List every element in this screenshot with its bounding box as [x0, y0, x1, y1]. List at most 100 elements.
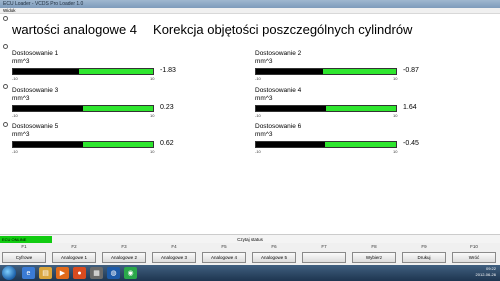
- system-tray-clock[interactable]: 09:22 2012-06-26: [476, 266, 496, 278]
- gauge-min: -10: [255, 149, 261, 154]
- fkey-number: F10: [470, 244, 478, 249]
- fkey-number: F9: [421, 244, 427, 249]
- gauge-label: Dostosowanie 3: [12, 87, 59, 94]
- gauge-dostosowanie-3: Dostosowanie 3 mm^3 -10 10 0.23: [12, 87, 252, 127]
- wybierz-button[interactable]: Wybierz: [352, 252, 396, 263]
- gauge-max: 10: [393, 76, 398, 81]
- gauge-value: 0.62: [160, 140, 174, 147]
- clock-date: 2012-06-26: [475, 272, 496, 277]
- analogowe-5-button[interactable]: Analogowe 5: [252, 252, 296, 263]
- fkey-f9: F9 Drukuj: [400, 243, 448, 265]
- fkey-f4: F4 Analogowe 3: [150, 243, 198, 265]
- gauge-bar: [255, 105, 397, 112]
- main-panel: wartości analogowe 4 Korekcja objętości p…: [0, 14, 500, 234]
- ie-icon[interactable]: e: [22, 267, 35, 279]
- gauge-bar: [12, 141, 154, 148]
- wroc-button[interactable]: Wróć: [452, 252, 496, 263]
- gauge-label: Dostosowanie 5: [12, 123, 59, 130]
- gauge-unit: mm^3: [255, 58, 273, 65]
- gauge-max: 10: [150, 113, 155, 118]
- page-title-text: wartości analogowe 4: [12, 22, 138, 37]
- connection-status-badge: ECU ONLINE: [0, 236, 52, 243]
- analogowe-3-button[interactable]: Analogowe 3: [152, 252, 196, 263]
- fkey-number: F6: [271, 244, 277, 249]
- windows-taskbar: e ▤ ▶ ● ▦ ◍ ◉ 09:22 2012-06-26: [0, 265, 500, 281]
- gauge-value: 1.64: [403, 104, 417, 111]
- fkey-f2: F2 Analogowe 1: [50, 243, 98, 265]
- gauge-max: 10: [150, 149, 155, 154]
- gauge-fill: [256, 69, 324, 74]
- gauge-label: Dostosowanie 1: [12, 50, 59, 57]
- drukuj-button[interactable]: Drukuj: [402, 252, 446, 263]
- green-app-icon[interactable]: ◉: [124, 267, 137, 279]
- fkey-number: F5: [221, 244, 227, 249]
- gauge-bar: [255, 141, 397, 148]
- gauge-unit: mm^3: [255, 95, 273, 102]
- analogowe-1-button[interactable]: Analogowe 1: [52, 252, 96, 263]
- fkey-f10: F10 Wróć: [450, 243, 498, 265]
- gauge-min: -10: [12, 113, 18, 118]
- radio-option[interactable]: [3, 122, 8, 127]
- window-titlebar: ECU Loader - VCDS Pro Loader 1.0: [0, 0, 500, 8]
- fkey-f6: F6 Analogowe 5: [250, 243, 298, 265]
- window-title: ECU Loader - VCDS Pro Loader 1.0: [3, 1, 84, 7]
- gauge-value: -0.87: [403, 67, 419, 74]
- bmw-icon[interactable]: ◍: [107, 267, 120, 279]
- gauge-max: 10: [393, 113, 398, 118]
- gauge-unit: mm^3: [12, 95, 30, 102]
- gauge-unit: mm^3: [12, 131, 30, 138]
- page-subtitle: Korekcja objętości poszczególnych cylind…: [153, 22, 413, 37]
- gauge-label: Dostosowanie 2: [255, 50, 302, 57]
- start-button[interactable]: [2, 266, 16, 280]
- gauge-min: -10: [12, 76, 18, 81]
- gauge-bar: [255, 68, 397, 75]
- fkey-number: F1: [21, 244, 27, 249]
- gauge-label: Dostosowanie 6: [255, 123, 302, 130]
- gauge-dostosowanie-1: Dostosowanie 1 mm^3 -10 10 -1.83: [12, 50, 252, 90]
- gauge-dostosowanie-5: Dostosowanie 5 mm^3 -10 10 0.62: [12, 123, 252, 163]
- gauge-fill: [256, 106, 326, 111]
- gauge-label: Dostosowanie 4: [255, 87, 302, 94]
- fkey-number: F8: [371, 244, 377, 249]
- analogowe-2-button[interactable]: Analogowe 2: [102, 252, 146, 263]
- fkey-number: F7: [321, 244, 327, 249]
- fkey-f7: F7: [300, 243, 348, 265]
- media-player-icon[interactable]: ▶: [56, 267, 69, 279]
- fkey-f8: F8 Wybierz: [350, 243, 398, 265]
- fkey-f1: F1 Cyfrowe: [0, 243, 48, 265]
- fkey-f3: F3 Analogowe 2: [100, 243, 148, 265]
- fkey-number: F2: [71, 244, 77, 249]
- radio-option[interactable]: [3, 44, 8, 49]
- gauge-bar: [12, 68, 154, 75]
- page-title: wartości analogowe 4 Korekcja objętości p…: [12, 22, 412, 37]
- gauge-bar: [12, 105, 154, 112]
- app-icon[interactable]: ▦: [90, 267, 103, 279]
- fkey-number: F4: [171, 244, 177, 249]
- analogowe-4-button[interactable]: Analogowe 4: [202, 252, 246, 263]
- gauge-value: -1.83: [160, 67, 176, 74]
- gauge-fill: [13, 106, 83, 111]
- menu-item-view[interactable]: Widok: [3, 8, 16, 13]
- gauge-dostosowanie-6: Dostosowanie 6 mm^3 -10 10 -0.45: [255, 123, 495, 163]
- cyfrowe-button[interactable]: Cyfrowe: [2, 252, 46, 263]
- folder-icon[interactable]: ▤: [39, 267, 52, 279]
- gauge-max: 10: [393, 149, 398, 154]
- gauge-dostosowanie-2: Dostosowanie 2 mm^3 -10 10 -0.87: [255, 50, 495, 90]
- fkey-f5: F5 Analogowe 4: [200, 243, 248, 265]
- radio-option[interactable]: [3, 16, 8, 21]
- function-key-bar: F1 Cyfrowe F2 Analogowe 1 F3 Analogowe 2…: [0, 243, 500, 265]
- gauge-min: -10: [255, 76, 261, 81]
- gauge-dostosowanie-4: Dostosowanie 4 mm^3 -10 10 1.64: [255, 87, 495, 127]
- gauge-unit: mm^3: [12, 58, 30, 65]
- gauge-min: -10: [12, 149, 18, 154]
- gauge-unit: mm^3: [255, 131, 273, 138]
- gauge-min: -10: [255, 113, 261, 118]
- radio-option[interactable]: [3, 84, 8, 89]
- gauge-fill: [256, 142, 325, 147]
- gauge-fill: [13, 69, 79, 74]
- empty-fkey-button[interactable]: [302, 252, 346, 263]
- gauge-max: 10: [150, 76, 155, 81]
- gauge-value: 0.23: [160, 104, 174, 111]
- firefox-icon[interactable]: ●: [73, 267, 86, 279]
- fkey-number: F3: [121, 244, 127, 249]
